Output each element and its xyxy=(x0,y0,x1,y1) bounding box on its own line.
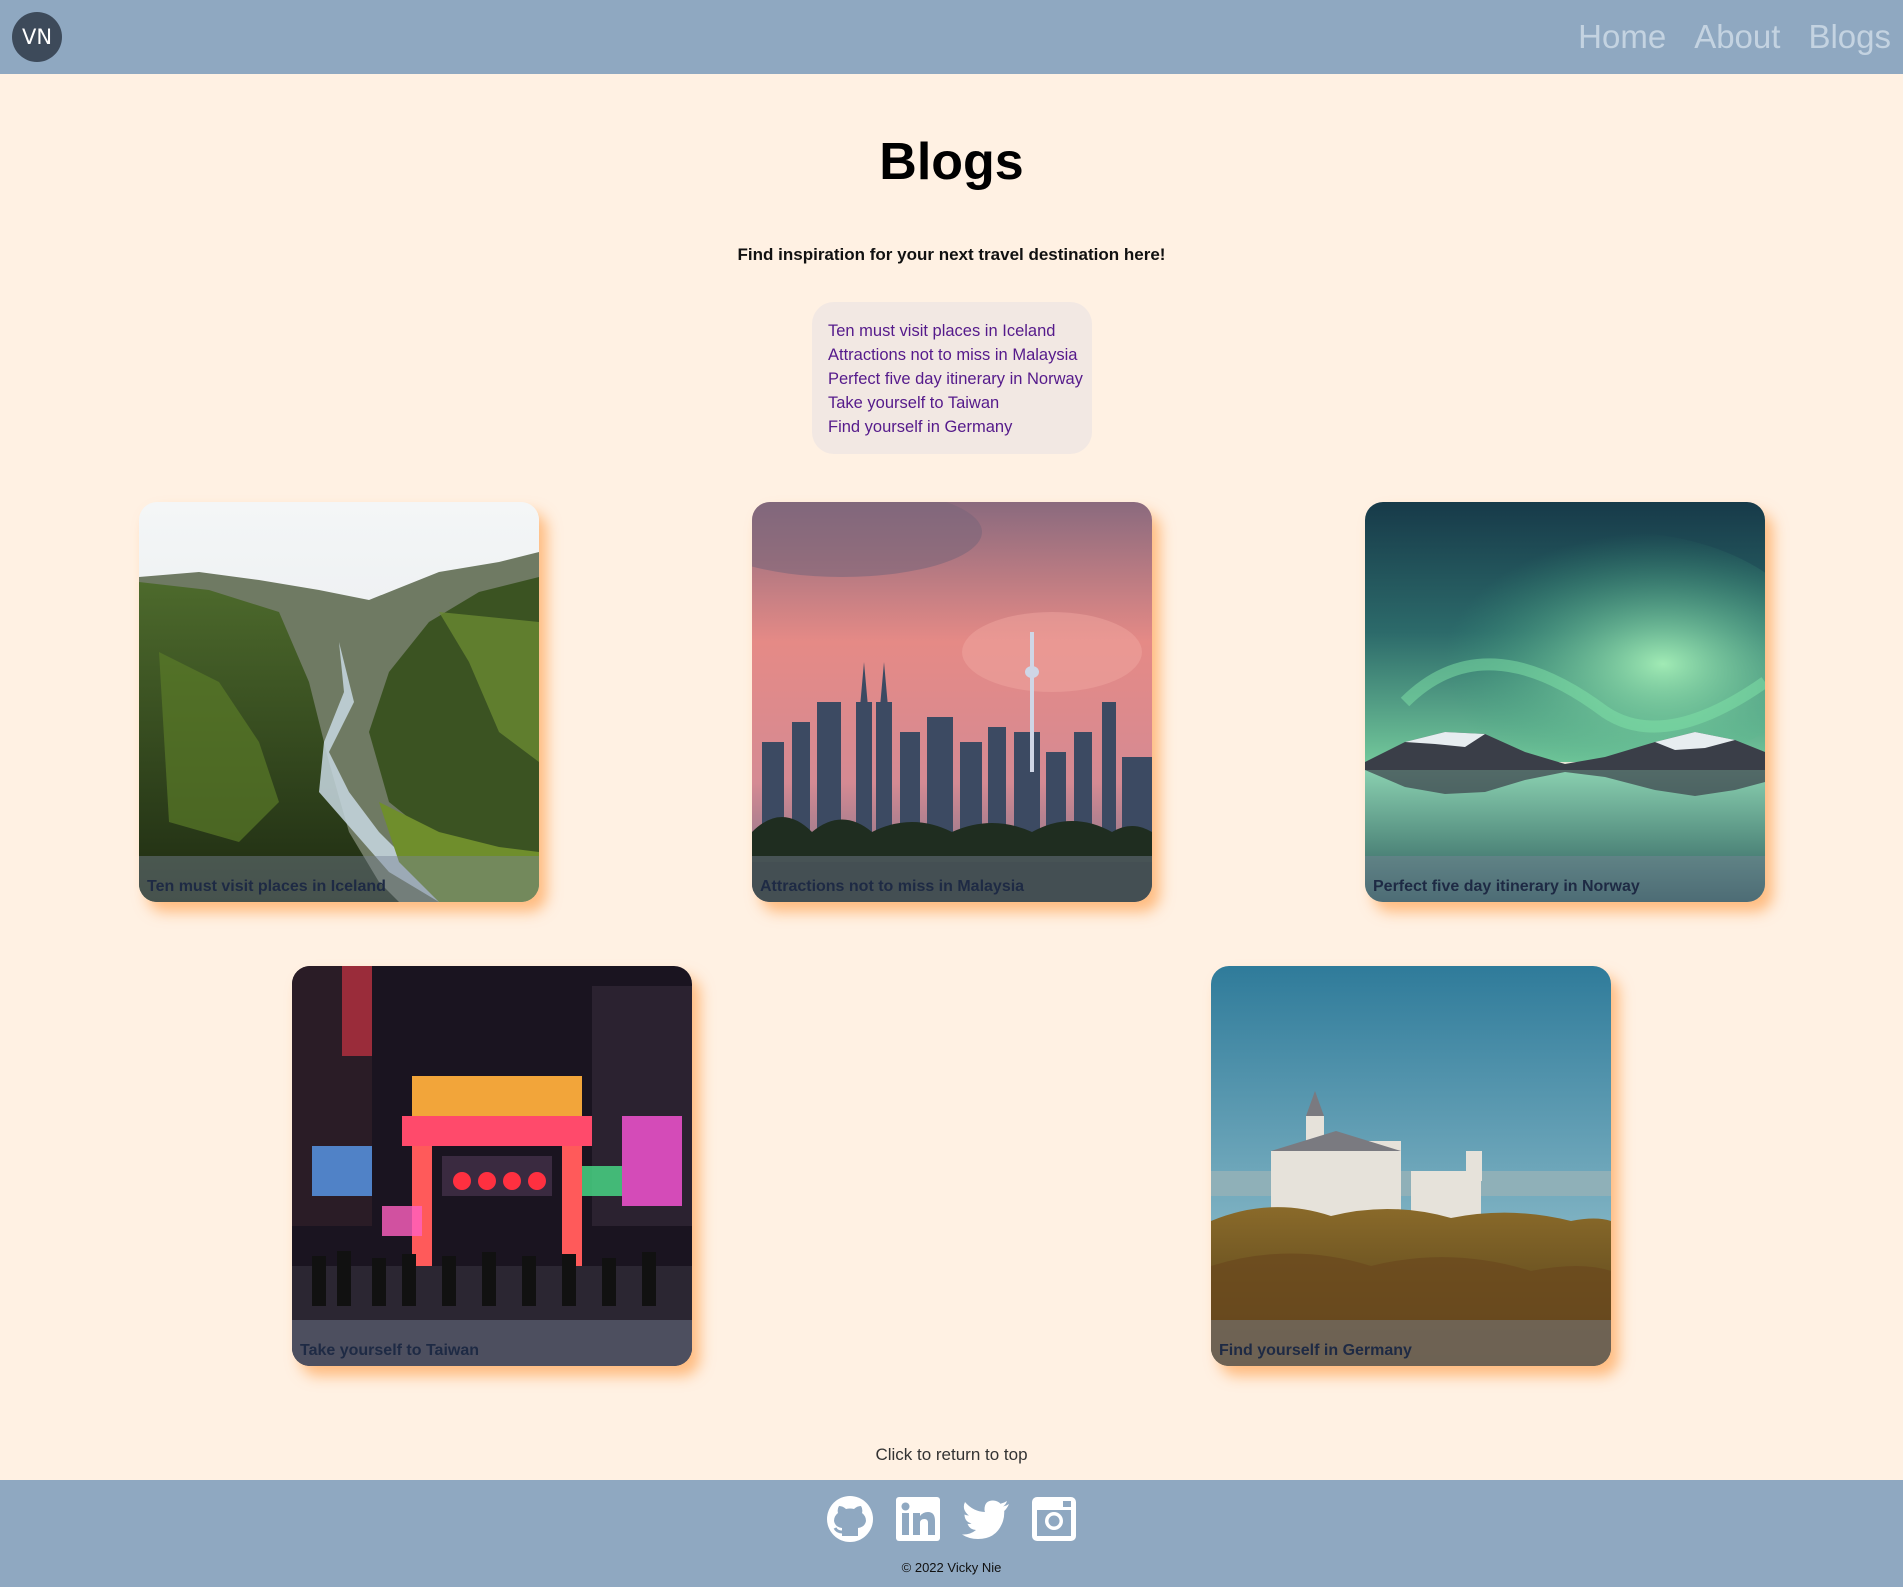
toc-link-iceland[interactable]: Ten must visit places in Iceland xyxy=(828,319,1092,343)
page-title: Blogs xyxy=(879,133,1024,191)
toc-link-taiwan[interactable]: Take yourself to Taiwan xyxy=(828,391,1092,415)
card-caption: Find yourself in Germany xyxy=(1211,1320,1611,1366)
linkedin-icon xyxy=(895,1497,940,1541)
github-icon xyxy=(826,1496,873,1542)
toc-link-norway[interactable]: Perfect five day itinerary in Norway xyxy=(828,367,1092,391)
blog-card-iceland[interactable]: Ten must visit places in Iceland xyxy=(139,502,539,902)
instagram-link[interactable] xyxy=(1029,1494,1079,1544)
iceland-canyon-image xyxy=(139,502,539,902)
blog-card-malaysia[interactable]: Attractions not to miss in Malaysia xyxy=(752,502,1152,902)
card-caption: Ten must visit places in Iceland xyxy=(139,856,539,902)
github-link[interactable] xyxy=(825,1494,875,1544)
twitter-icon xyxy=(961,1500,1009,1539)
social-links xyxy=(0,1494,1903,1544)
blog-card-germany[interactable]: Find yourself in Germany xyxy=(1211,966,1611,1366)
instagram-icon xyxy=(1031,1497,1076,1541)
twitter-link[interactable] xyxy=(961,1494,1011,1544)
blog-table-of-contents: Ten must visit places in Iceland Attract… xyxy=(812,302,1092,454)
blog-card-taiwan[interactable]: Take yourself to Taiwan xyxy=(292,966,692,1366)
kuala-lumpur-skyline-image xyxy=(752,502,1152,902)
copyright-text: © 2022 Vicky Nie xyxy=(901,1560,1002,1575)
taiwan-night-market-image xyxy=(292,966,692,1366)
nav-about-link[interactable]: About xyxy=(1694,18,1780,56)
blog-card-norway[interactable]: Perfect five day itinerary in Norway xyxy=(1365,502,1765,902)
card-caption: Perfect five day itinerary in Norway xyxy=(1365,856,1765,902)
logo-avatar[interactable]: VN xyxy=(12,12,62,62)
navbar: VN Home About Blogs xyxy=(0,0,1903,74)
toc-link-malaysia[interactable]: Attractions not to miss in Malaysia xyxy=(828,343,1092,367)
nav-blogs-link[interactable]: Blogs xyxy=(1808,18,1891,56)
footer: © 2022 Vicky Nie xyxy=(0,1480,1903,1587)
nav-links: Home About Blogs xyxy=(1578,0,1891,74)
card-caption: Attractions not to miss in Malaysia xyxy=(752,856,1152,902)
nav-home-link[interactable]: Home xyxy=(1578,18,1666,56)
norway-aurora-image xyxy=(1365,502,1765,902)
card-caption: Take yourself to Taiwan xyxy=(292,1320,692,1366)
linkedin-link[interactable] xyxy=(893,1494,943,1544)
return-to-top-link[interactable]: Click to return to top xyxy=(0,1445,1903,1465)
toc-link-germany[interactable]: Find yourself in Germany xyxy=(828,415,1092,439)
neuschwanstein-castle-image xyxy=(1211,966,1611,1366)
page-subtitle: Find inspiration for your next travel de… xyxy=(737,245,1166,264)
